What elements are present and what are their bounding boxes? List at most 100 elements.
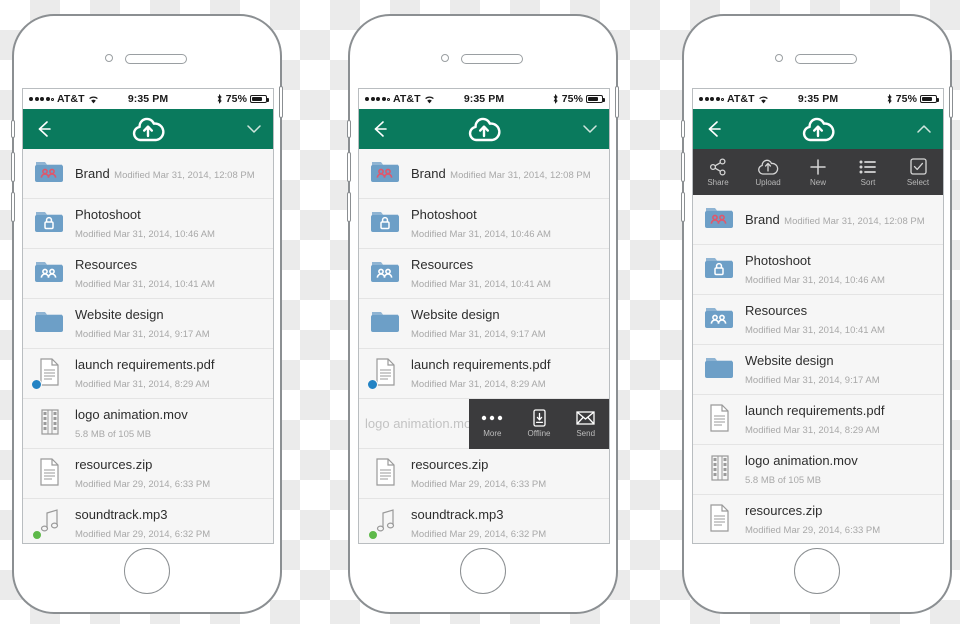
nav-bar [693,109,943,149]
status-bar: AT&T 9:35 PM 75% [693,89,943,109]
file-list[interactable]: Brand Modified Mar 31, 2014, 12:08 PM Ph… [693,195,943,543]
battery-percent-label: 75% [225,93,248,105]
folder-icon [33,307,65,341]
toolbar-button-new[interactable]: New [793,149,843,195]
list-item[interactable]: Photoshoot Modified Mar 31, 2014, 10:46 … [693,245,943,295]
battery-percent-label: 75% [895,93,918,105]
file-name: Brand [745,211,780,227]
swipe-action-send[interactable]: Send [562,399,609,449]
file-subtitle: 5.8 MB of 105 MB [745,474,822,486]
volume-up-button[interactable] [347,152,351,182]
list-item[interactable]: Resources Modified Mar 31, 2014, 10:41 A… [693,295,943,345]
cloud-upload-logo-icon[interactable] [467,116,501,142]
list-item[interactable]: Photoshoot Modified Mar 31, 2014, 10:46 … [23,199,273,249]
file-name: soundtrack.mp3 [75,506,168,522]
volume-down-button[interactable] [11,192,15,222]
file-name: Brand [75,165,110,181]
chevron-down-icon[interactable] [245,120,263,138]
file-subtitle: Modified Mar 31, 2014, 9:17 AM [411,328,546,340]
volume-down-button[interactable] [681,192,685,222]
power-button[interactable] [949,86,953,118]
list-item[interactable]: launch requirements.pdf Modified Mar 31,… [693,395,943,445]
volume-up-button[interactable] [11,152,15,182]
swipe-action-offline[interactable]: Offline [516,399,563,449]
list-item[interactable]: Website design Modified Mar 31, 2014, 9:… [359,299,609,349]
list-item[interactable]: resources.zip Modified Mar 29, 2014, 6:3… [23,449,273,499]
wifi-icon [758,95,769,104]
signal-strength-icon [699,97,724,101]
list-item[interactable]: logo animation.mov 5.8 MB of 105 MB [23,399,273,449]
list-item-swiped[interactable]: logo animation.mov Modified Mar 29, 20 M… [359,398,609,449]
power-button[interactable] [615,86,619,118]
list-item[interactable]: Website design Modified Mar 31, 2014, 9:… [693,345,943,395]
action-toolbar[interactable]: Share Upload New Sort Select [693,149,943,195]
list-item[interactable]: Resources Modified Mar 31, 2014, 10:41 A… [23,249,273,299]
carrier-label: AT&T [57,93,85,105]
file-subtitle: Modified Mar 31, 2014, 9:17 AM [745,374,880,386]
signal-strength-icon [365,97,390,101]
list-item[interactable]: Website design Modified Mar 31, 2014, 9:… [23,299,273,349]
home-button[interactable] [460,548,506,594]
list-item[interactable]: Brand Modified Mar 31, 2014, 12:08 PM [359,149,609,199]
swipe-action-more[interactable]: More [469,399,516,449]
phone-mockup-3: AT&T 9:35 PM 75% Share Upload New Sort S… [681,14,953,614]
toolbar-label: Upload [755,177,781,187]
clock-label: 9:35 PM [463,93,505,105]
download-badge-icon [31,378,42,390]
file-list[interactable]: Brand Modified Mar 31, 2014, 12:08 PM Ph… [23,149,273,543]
swipe-action-panel[interactable]: More Offline Send [469,398,609,449]
file-subtitle: Modified Mar 31, 2014, 10:41 AM [411,278,551,290]
home-button[interactable] [794,548,840,594]
file-subtitle: Modified Mar 29, 2014, 6:33 PM [411,478,547,490]
silent-switch[interactable] [11,120,15,138]
list-item[interactable]: launch requirements.pdf Modified Mar 31,… [359,349,609,399]
silent-switch[interactable] [681,120,685,138]
folder-shared-icon [33,257,65,291]
power-button[interactable] [279,86,283,118]
list-item[interactable]: Brand Modified Mar 31, 2014, 12:08 PM [23,149,273,199]
file-name: Resources [411,256,474,272]
silent-switch[interactable] [347,120,351,138]
cloud-upload-logo-icon[interactable] [131,116,165,142]
home-button[interactable] [124,548,170,594]
list-item[interactable]: logo animation.mov 5.8 MB of 105 MB [693,445,943,495]
battery-percent-label: 75% [561,93,584,105]
battery-icon [920,95,940,103]
offline-badge-icon [32,529,42,540]
carrier-label: AT&T [393,93,421,105]
list-item[interactable]: Brand Modified Mar 31, 2014, 12:08 PM [693,195,943,245]
checkbox-icon [909,158,927,176]
file-subtitle: Modified Mar 29, 2014, 6:33 PM [75,478,211,490]
nav-bar [359,109,609,149]
file-list[interactable]: Brand Modified Mar 31, 2014, 12:08 PM Ph… [359,149,609,543]
list-item[interactable]: Resources Modified Mar 31, 2014, 10:41 A… [359,249,609,299]
chevron-down-icon[interactable] [581,120,599,138]
back-arrow-icon[interactable] [369,118,391,140]
back-arrow-icon[interactable] [33,118,55,140]
chevron-up-icon[interactable] [915,120,933,138]
back-arrow-icon[interactable] [703,118,725,140]
file-name: Website design [75,306,164,322]
list-item[interactable]: soundtrack.mp3 Modified Mar 29, 2014, 6:… [359,499,609,543]
screenshot-stage: AT&T 9:35 PM 75% Brand Modified Mar 31, … [0,0,960,624]
toolbar-button-upload[interactable]: Upload [743,149,793,195]
toolbar-button-share[interactable]: Share [693,149,743,195]
volume-up-button[interactable] [681,152,685,182]
list-item[interactable]: resources.zip Modified Mar 29, 2014, 6:3… [693,495,943,543]
file-subtitle: Modified Mar 31, 2014, 10:46 AM [745,274,885,286]
bluetooth-icon [886,94,893,104]
cloud-upload-logo-icon[interactable] [801,116,835,142]
volume-down-button[interactable] [347,192,351,222]
list-item[interactable]: resources.zip Modified Mar 29, 2014, 6:3… [359,449,609,499]
toolbar-button-sort[interactable]: Sort [843,149,893,195]
file-name: launch requirements.pdf [75,356,215,372]
list-item[interactable]: launch requirements.pdf Modified Mar 31,… [23,349,273,399]
swipe-action-label: Offline [527,429,551,438]
phone-1-screen: AT&T 9:35 PM 75% Brand Modified Mar 31, … [22,88,274,544]
download-badge-icon [367,378,378,390]
list-item[interactable]: soundtrack.mp3 Modified Mar 29, 2014, 6:… [23,499,273,543]
toolbar-button-select[interactable]: Select [893,149,943,195]
toolbar-label: Select [906,177,930,187]
list-item[interactable]: Photoshoot Modified Mar 31, 2014, 10:46 … [359,199,609,249]
file-subtitle: Modified Mar 31, 2014, 12:08 PM [450,169,591,181]
